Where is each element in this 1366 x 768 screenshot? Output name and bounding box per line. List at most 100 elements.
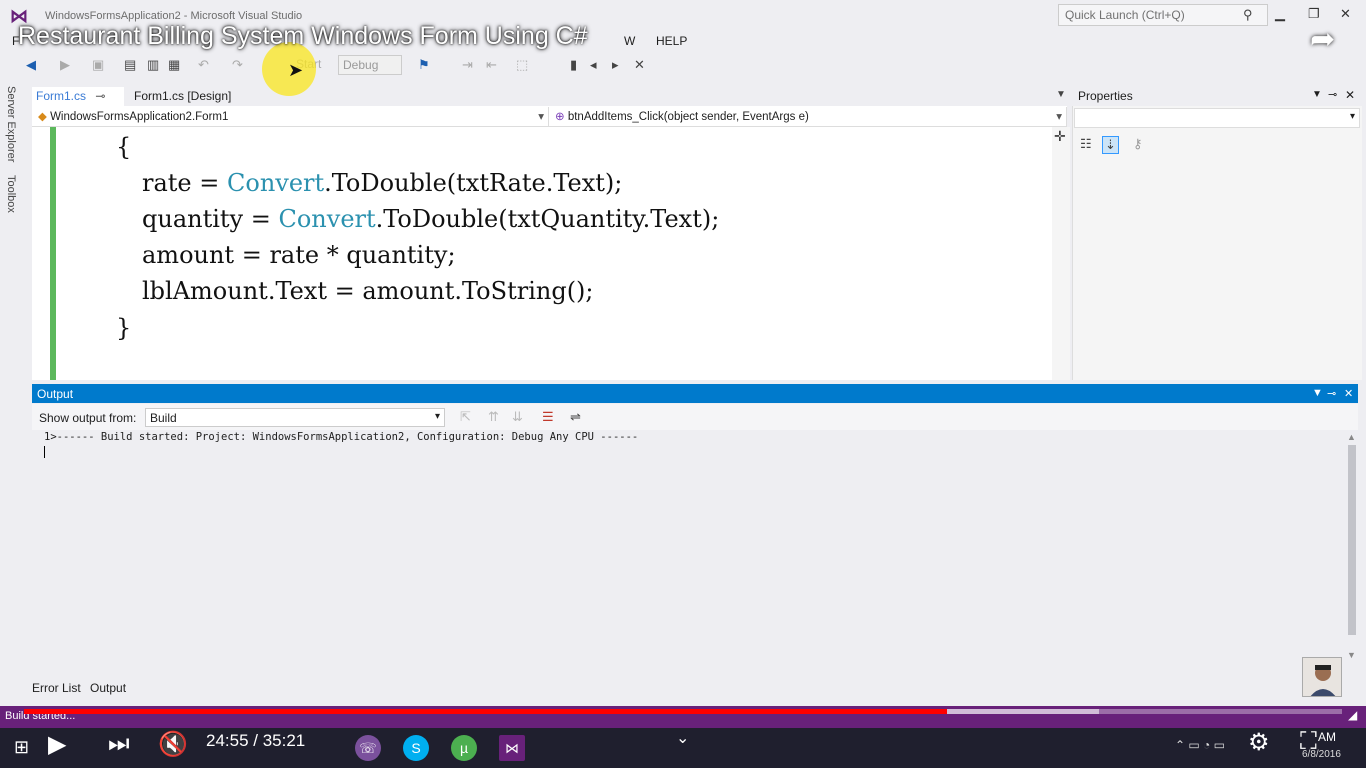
code-close-brace: } (116, 314, 132, 342)
menu-item-window[interactable]: W (624, 34, 635, 48)
outdent-icon[interactable]: ⇤ (486, 57, 497, 73)
mouse-pointer-icon: ➤ (288, 60, 304, 80)
property-pages-icon[interactable]: ⚷ (1133, 136, 1143, 152)
pin-icon[interactable]: ⊸ (1327, 387, 1336, 400)
tab-form1-design[interactable]: Form1.cs [Design] (130, 87, 235, 106)
member-selector-value: btnAddItems_Click(object sender, EventAr… (567, 111, 809, 123)
clear-all-icon[interactable]: ☰ (542, 409, 554, 425)
props-dropdown-icon[interactable]: ▼ (1312, 89, 1322, 100)
bookmark-icon[interactable]: ▮ (570, 57, 577, 73)
class-selector-value: WindowsFormsApplication2.Form1 (50, 111, 229, 123)
undo-icon[interactable]: ↶ (198, 57, 209, 73)
find-message-icon[interactable]: ⇱ (460, 409, 471, 425)
tab-label: Form1.cs (36, 89, 87, 103)
window-title: WindowsFormsApplication2 - Microsoft Vis… (45, 10, 303, 22)
attach-icon[interactable]: ⚑ (418, 57, 430, 73)
indent-icon[interactable]: ⇥ (462, 57, 473, 73)
share-icon[interactable]: ➦ (1310, 22, 1335, 57)
system-tray[interactable]: ⌃ ▭ ◔ ▭ (1175, 738, 1225, 752)
prev-message-icon[interactable]: ⇈ (488, 409, 499, 425)
output-title: Output (37, 387, 74, 401)
chevron-down-icon: ▾ (538, 111, 544, 123)
word-wrap-icon[interactable]: ⇌ (570, 409, 581, 425)
muted-volume-icon[interactable]: 🔇 (158, 730, 188, 759)
pin-icon[interactable]: ⊸ (95, 89, 105, 103)
search-icon[interactable]: ⚲ (1243, 7, 1253, 23)
back-icon[interactable]: ◀ (26, 57, 36, 73)
solution-config-select[interactable]: Debug (338, 55, 402, 75)
scroll-up-icon[interactable]: ▲ (1347, 432, 1356, 442)
code-line-amount: amount = rate * quantity; (142, 241, 456, 269)
settings-gear-icon[interactable]: ⚙ (1248, 728, 1270, 757)
windows-start-icon[interactable]: ⊞ (14, 737, 29, 758)
next-message-icon[interactable]: ⇊ (512, 409, 523, 425)
output-dropdown-icon[interactable]: ▼ (1312, 387, 1323, 399)
code-type-token: Convert (278, 205, 376, 233)
output-header (32, 384, 1358, 403)
properties-title: Properties (1078, 89, 1133, 103)
side-tool-strip (0, 82, 26, 686)
quick-launch-input[interactable]: Quick Launch (Ctrl+Q) (1058, 4, 1268, 26)
side-tab-toolbox[interactable]: Toolbox (5, 175, 17, 213)
categorized-icon[interactable]: ☷ (1080, 136, 1092, 152)
code-type-token: Convert (227, 169, 325, 197)
viber-icon[interactable]: ☏ (355, 735, 381, 761)
code-token: quantity = (142, 205, 279, 233)
code-token: .ToDouble(txtQuantity.Text); (375, 205, 720, 233)
chevron-down-icon: ▾ (434, 411, 440, 422)
open-file-icon[interactable]: ▤ (124, 57, 136, 73)
member-selector[interactable]: ⊕ btnAddItems_Click(object sender, Event… (551, 107, 1067, 126)
tabs-dropdown-icon[interactable]: ▼ (1056, 89, 1066, 100)
alphabetical-icon[interactable]: ⇣ (1102, 136, 1119, 154)
text-caret (44, 446, 45, 458)
output-pane[interactable] (32, 430, 1346, 680)
output-scroll-thumb[interactable] (1348, 445, 1356, 635)
class-selector[interactable]: ◆ WindowsFormsApplication2.Form1 ▾ (34, 107, 549, 126)
visual-studio-taskbar-icon[interactable]: ⋈ (499, 735, 525, 761)
properties-object-select[interactable]: ▾ (1074, 108, 1360, 128)
save-all-icon[interactable]: ▦ (168, 57, 180, 73)
chevron-down-icon: ▾ (1056, 111, 1062, 123)
redo-icon[interactable]: ↷ (232, 57, 243, 73)
tab-error-list[interactable]: Error List (32, 681, 81, 695)
play-icon[interactable]: ▶ (48, 730, 66, 759)
close-window-icon[interactable]: ✕ (1340, 6, 1351, 22)
new-project-icon[interactable]: ▣ (92, 57, 104, 73)
side-tab-server-explorer[interactable]: Server Explorer (5, 86, 17, 162)
show-output-from-select[interactable]: Build ▾ (145, 408, 445, 427)
next-bookmark-icon[interactable]: ▸ (612, 57, 619, 73)
tab-output[interactable]: Output (90, 681, 126, 695)
next-video-icon[interactable]: ⏭ (108, 730, 130, 758)
split-window-icon[interactable]: ✛ (1054, 128, 1066, 145)
presenter-avatar (1302, 657, 1342, 697)
video-progress-played[interactable] (24, 709, 947, 714)
comment-icon[interactable]: ⬚ (516, 57, 528, 73)
clock-time: AM (1318, 730, 1336, 744)
forward-icon[interactable]: ▶ (60, 57, 70, 73)
menu-item-help[interactable]: HELP (656, 34, 687, 48)
restore-icon[interactable]: ❐ (1308, 6, 1320, 22)
close-icon[interactable]: ✕ (1345, 88, 1355, 102)
code-open-brace: { (116, 133, 132, 161)
tab-form1-cs[interactable]: Form1.cs ⊸ ✕ (32, 87, 124, 117)
minimize-icon[interactable]: ▁ (1275, 6, 1285, 22)
skype-icon[interactable]: S (403, 735, 429, 761)
output-text: 1>------ Build started: Project: Windows… (44, 431, 639, 443)
code-line-quantity: quantity = Convert.ToDouble(txtQuantity.… (142, 201, 719, 237)
chevron-down-icon[interactable]: ⌄ (676, 728, 689, 748)
code-token: .ToDouble(txtRate.Text); (324, 169, 623, 197)
show-output-from-value: Build (150, 411, 177, 425)
pin-icon[interactable]: ⊸ (1328, 88, 1337, 101)
code-token: rate = (142, 169, 227, 197)
code-line-rate: rate = Convert.ToDouble(txtRate.Text); (142, 165, 622, 201)
close-icon[interactable]: ✕ (1344, 387, 1353, 400)
resize-grip-icon[interactable]: ◢ (1348, 708, 1357, 722)
show-output-from-label: Show output from: (39, 411, 137, 425)
scroll-down-icon[interactable]: ▼ (1347, 650, 1356, 660)
clear-bookmarks-icon[interactable]: ✕ (634, 57, 645, 73)
save-icon[interactable]: ▥ (147, 57, 159, 73)
video-title[interactable]: Restaurant Billing System Windows Form U… (18, 22, 588, 51)
prev-bookmark-icon[interactable]: ◂ (590, 57, 597, 73)
utorrent-icon[interactable]: µ (451, 735, 477, 761)
editor-scrollbar[interactable] (1052, 127, 1070, 380)
